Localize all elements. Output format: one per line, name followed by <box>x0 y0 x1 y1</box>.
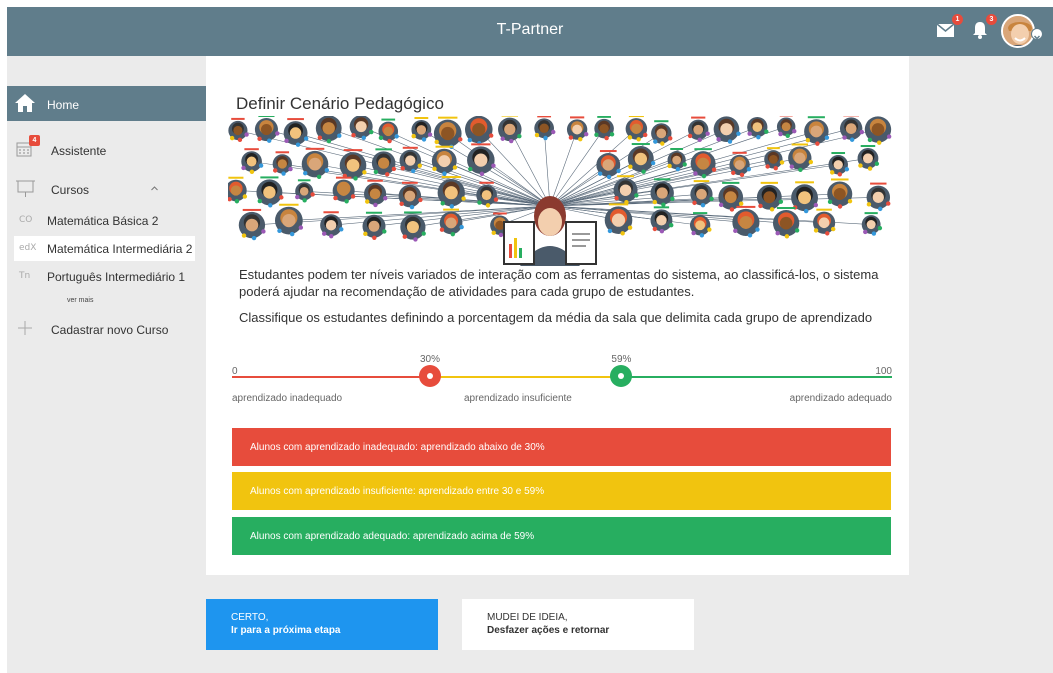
course-item[interactable]: Tn Português Intermediário 1 <box>14 264 195 289</box>
label-inadequate: aprendizado inadequado <box>232 393 343 404</box>
slider-segment-insufficient <box>430 376 622 378</box>
button-line1: MUDEI DE IDEIA, <box>487 612 568 623</box>
sidebar-item-new-course[interactable]: Cadastrar novo Curso <box>7 314 206 342</box>
sidebar-item-label: Cursos <box>51 183 90 197</box>
sidebar-item-cursos[interactable]: Cursos <box>7 174 206 202</box>
sidebar-item-home[interactable]: Home <box>7 86 206 121</box>
mail-badge: 1 <box>952 14 963 25</box>
button-line2: Desfazer ações e retornar <box>487 625 610 636</box>
group-bar-insufficient: Alunos com aprendizado insuficiente: apr… <box>232 472 891 510</box>
user-avatar[interactable] <box>1001 14 1035 48</box>
label-insufficient: aprendizado insuficiente <box>464 393 572 404</box>
app: T-Partner 1 3 Home 4 Assistente Cursos C… <box>7 7 1053 673</box>
slider-handle-high[interactable] <box>610 365 633 387</box>
description-text: Estudantes podem ter níveis variados de … <box>239 267 879 299</box>
slider-handle-low[interactable] <box>419 365 441 387</box>
button-line1: CERTO, <box>231 612 269 623</box>
group-bar-adequate: Alunos com aprendizado adequado: aprendi… <box>232 517 891 555</box>
mail-button[interactable]: 1 <box>935 14 963 41</box>
notification-badge: 3 <box>986 14 997 25</box>
undo-button[interactable]: MUDEI DE IDEIA, Desfazer ações e retorna… <box>462 599 694 650</box>
course-provider-icon: CO <box>19 215 33 225</box>
chevron-up-icon[interactable] <box>150 184 159 195</box>
slider-segment-adequate <box>621 376 892 378</box>
threshold-slider: 0 100 30% 59% aprendizado inadequado apr… <box>232 354 892 414</box>
sidebar-item-label: Assistente <box>51 144 107 158</box>
students-network-illustration <box>228 116 892 266</box>
slider-segment-inadequate <box>232 376 430 378</box>
assistente-badge: 4 <box>29 135 40 146</box>
course-item-active[interactable]: edX Matemática Intermediária 2 <box>14 236 195 261</box>
home-icon <box>15 94 35 112</box>
course-label: Matemática Intermediária 2 <box>47 242 193 256</box>
sidebar-item-label: Cadastrar novo Curso <box>51 323 169 337</box>
label-adequate: aprendizado adequado <box>789 393 892 404</box>
top-bar: T-Partner 1 3 <box>7 7 1053 56</box>
course-provider-icon: edX <box>19 243 37 253</box>
confirm-next-button[interactable]: CERTO, Ir para a próxima etapa <box>206 599 438 650</box>
course-label: Português Intermediário 1 <box>47 270 186 284</box>
app-title: T-Partner <box>496 21 564 38</box>
course-item[interactable]: CO Matemática Básica 2 <box>14 208 195 233</box>
slider-low-value: 30% <box>420 354 441 365</box>
main-card: Definir Cenário Pedagógico Estudantes po… <box>206 56 909 575</box>
slider-high-value: 59% <box>611 354 632 365</box>
instruction-text: Classifique os estudantes definindo a po… <box>239 310 873 325</box>
group-bar-inadequate: Alunos com aprendizado inadequado: apren… <box>232 428 891 466</box>
presentation-board-icon <box>15 178 37 205</box>
plus-icon <box>15 318 35 343</box>
calendar-icon: 4 <box>15 135 40 164</box>
course-label: Matemática Básica 2 <box>47 214 159 228</box>
notifications-button[interactable]: 3 <box>969 14 997 41</box>
sidebar-item-label: Home <box>47 98 80 112</box>
page-title: Definir Cenário Pedagógico <box>236 94 444 113</box>
sidebar: Home 4 Assistente Cursos CO Matemática B… <box>7 56 206 673</box>
see-more-link[interactable]: ver mais <box>67 297 93 304</box>
course-provider-icon: Tn <box>19 271 31 281</box>
button-line2: Ir para a próxima etapa <box>231 625 341 636</box>
sidebar-item-assistente[interactable]: 4 Assistente <box>7 135 206 163</box>
user-menu-chevron-icon[interactable] <box>1031 28 1043 40</box>
